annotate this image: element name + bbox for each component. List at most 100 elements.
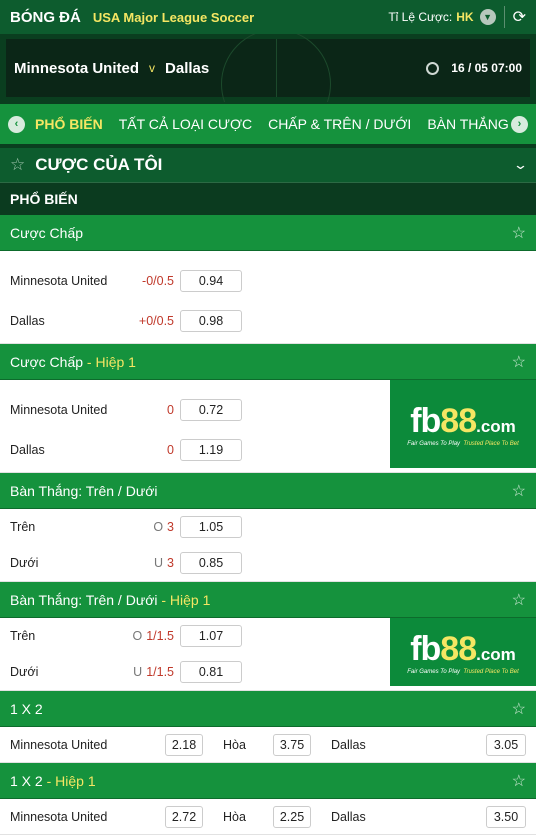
market-header-over-under-half1: Bàn Thắng: Trên / Dưới - Hiệp 1 ☆ bbox=[0, 582, 536, 618]
favorite-star-icon[interactable]: ☆ bbox=[512, 352, 526, 372]
market-title: Bàn Thắng: Trên / Dưới bbox=[10, 591, 158, 608]
away-team-name: Dallas bbox=[165, 59, 210, 77]
home-team-name: Minnesota United bbox=[14, 59, 140, 77]
over-under-marker: O bbox=[153, 520, 164, 534]
fb88-banner[interactable]: fb 88 .com Fair Games To Play Trusted Plac… bbox=[390, 618, 536, 686]
pitch-midline-decoration bbox=[276, 39, 277, 97]
fb88-tagline: Fair Games To Play Trusted Place To Bet bbox=[407, 440, 519, 447]
favorite-star-icon[interactable]: ☆ bbox=[512, 699, 526, 719]
fb88-banner[interactable]: fb 88 .com Fair Games To Play Trusted Plac… bbox=[390, 380, 536, 468]
goal-line: 1/1.5 bbox=[146, 629, 174, 643]
bet-row: Dallas +0/0.5 0.98 bbox=[0, 303, 390, 339]
odds-button-draw[interactable]: 3.75 bbox=[273, 733, 311, 756]
selection-name: Dưới bbox=[10, 556, 39, 570]
league-title[interactable]: USA Major League Soccer bbox=[93, 10, 254, 25]
versus-label: v bbox=[149, 61, 156, 75]
handicap-line: +0/0.5 bbox=[138, 314, 174, 328]
chevron-down-icon[interactable]: ⌄ bbox=[513, 157, 528, 173]
market-over-under-half1: Trên O 1/1.5 1.07 Dưới U 1/1.5 0.81 fb 88 .c… bbox=[0, 618, 536, 691]
chevron-down-icon[interactable]: ▼ bbox=[479, 9, 496, 25]
market-header-1x2-half1: 1 X 2 - Hiệp 1 ☆ bbox=[0, 763, 536, 799]
favorite-star-icon[interactable]: ☆ bbox=[512, 223, 526, 243]
odds-button[interactable]: 0.98 bbox=[180, 310, 242, 332]
odds-button-home[interactable]: 2.72 bbox=[165, 805, 203, 828]
half-label: - Hiệp 1 bbox=[46, 772, 96, 789]
odds-button-away[interactable]: 3.05 bbox=[486, 733, 526, 756]
handicap-line: 0 bbox=[167, 443, 174, 457]
market-header-over-under: Bàn Thắng: Trên / Dưới ☆ bbox=[0, 473, 536, 509]
kickoff-datetime: 16 / 05 07:00 bbox=[451, 61, 522, 75]
goal-line: 3 bbox=[167, 556, 174, 570]
odds-button[interactable]: 1.07 bbox=[180, 625, 242, 647]
chevron-right-icon[interactable]: › bbox=[511, 115, 528, 133]
selection-name: Trên bbox=[10, 629, 36, 643]
goal-line: 3 bbox=[167, 520, 174, 534]
bet-row: Trên O3 1.05 bbox=[0, 509, 390, 545]
tab-handicap-over-under[interactable]: CHẤP & TRÊN / DƯỚI bbox=[268, 116, 411, 132]
half-label: - Hiệp 1 bbox=[161, 591, 211, 608]
market-title: Bàn Thắng: Trên / Dưới bbox=[10, 482, 158, 499]
half-label: - Hiệp 1 bbox=[86, 353, 136, 370]
odds-button[interactable]: 0.94 bbox=[180, 270, 242, 292]
draw-selection: Hòa bbox=[223, 809, 246, 824]
selection-name: Trên bbox=[10, 520, 36, 534]
selection-name: Minnesota United bbox=[10, 274, 108, 288]
tab-goals[interactable]: BÀN THẮNG bbox=[427, 116, 508, 132]
market-header-handicap: Cược Chấp ☆ bbox=[0, 215, 536, 251]
odds-button[interactable]: 1.05 bbox=[180, 516, 242, 538]
bet-row: Minnesota United -0/0.5 0.94 bbox=[0, 259, 390, 303]
selection-name: Dallas bbox=[10, 443, 45, 457]
home-selection: Minnesota United bbox=[10, 809, 108, 824]
away-selection: Dallas bbox=[331, 809, 366, 824]
odds-format-selector[interactable]: Tỉ Lệ Cược: HK ▼ bbox=[388, 9, 496, 25]
bet-row: Dưới U 1/1.5 0.81 bbox=[0, 654, 390, 690]
fb88-logo: fb 88 .com bbox=[410, 401, 516, 440]
odds-button[interactable]: 0.72 bbox=[180, 399, 242, 421]
odds-button[interactable]: 0.81 bbox=[180, 661, 242, 683]
kickoff-time: 16 / 05 07:00 bbox=[426, 61, 522, 75]
my-bets-bar[interactable]: ☆ CƯỢC CỦA TÔI ⌄ bbox=[0, 144, 536, 182]
selection-name: Dallas bbox=[10, 314, 45, 328]
chevron-left-icon[interactable]: ‹ bbox=[8, 115, 25, 133]
odds-button[interactable]: 0.85 bbox=[180, 552, 242, 574]
over-under-marker: U bbox=[133, 665, 143, 679]
market-over-under: Trên O3 1.05 Dưới U3 0.85 bbox=[0, 509, 536, 582]
sport-title[interactable]: BÓNG ĐÁ bbox=[10, 9, 81, 26]
fb88-tagline: Fair Games To Play Trusted Place To Bet bbox=[407, 668, 519, 675]
bet-row: Trên O 1/1.5 1.07 bbox=[0, 618, 390, 654]
market-tabs: ‹ PHỔ BIẾN TẤT CẢ LOẠI CƯỢC CHẤP & TRÊN … bbox=[0, 102, 536, 144]
handicap-line: -0/0.5 bbox=[142, 274, 174, 288]
section-title: PHỔ BIẾN bbox=[0, 182, 536, 215]
bet-row: Minnesota United 0 0.72 bbox=[0, 388, 390, 432]
draw-selection: Hòa bbox=[223, 737, 246, 752]
favorite-star-icon[interactable]: ☆ bbox=[512, 771, 526, 791]
star-outline-icon: ☆ bbox=[10, 155, 26, 174]
odds-button-draw[interactable]: 2.25 bbox=[273, 805, 311, 828]
match-header: Minnesota United v Dallas 16 / 05 07:00 bbox=[0, 34, 536, 102]
odds-button-home[interactable]: 2.18 bbox=[165, 733, 203, 756]
goal-line: 1/1.5 bbox=[146, 665, 174, 679]
odds-format-value[interactable]: HK bbox=[456, 10, 473, 24]
market-title: Cược Chấp bbox=[10, 353, 84, 370]
selection-name: Minnesota United bbox=[10, 403, 108, 417]
favorite-star-icon[interactable]: ☆ bbox=[512, 481, 526, 501]
market-title: 1 X 2 bbox=[10, 772, 43, 789]
market-header-1x2: 1 X 2 ☆ bbox=[0, 691, 536, 727]
odds-button-away[interactable]: 3.50 bbox=[486, 805, 526, 828]
market-handicap-half1: Minnesota United 0 0.72 Dallas 0 1.19 fb… bbox=[0, 380, 536, 473]
bet-row: Dallas 0 1.19 bbox=[0, 432, 390, 468]
favorite-star-icon[interactable]: ☆ bbox=[512, 590, 526, 610]
odds-button[interactable]: 1.19 bbox=[180, 439, 242, 461]
tab-all-bets[interactable]: TẤT CẢ LOẠI CƯỢC bbox=[119, 116, 252, 132]
my-bets-title: CƯỢC CỦA TÔI bbox=[35, 155, 163, 174]
odds-format-label: Tỉ Lệ Cược: bbox=[388, 10, 453, 24]
market-header-handicap-half1: Cược Chấp - Hiệp 1 ☆ bbox=[0, 344, 536, 380]
over-under-marker: U bbox=[154, 556, 164, 570]
clock-icon bbox=[426, 61, 440, 75]
market-handicap: Minnesota United -0/0.5 0.94 Dallas +0/0… bbox=[0, 251, 536, 344]
top-bar: BÓNG ĐÁ USA Major League Soccer Tỉ Lệ Cư… bbox=[0, 0, 536, 34]
away-selection: Dallas bbox=[331, 737, 366, 752]
refresh-icon[interactable]: ⟳ bbox=[513, 7, 526, 27]
handicap-line: 0 bbox=[167, 403, 174, 417]
tab-popular[interactable]: PHỔ BIẾN bbox=[35, 116, 103, 132]
